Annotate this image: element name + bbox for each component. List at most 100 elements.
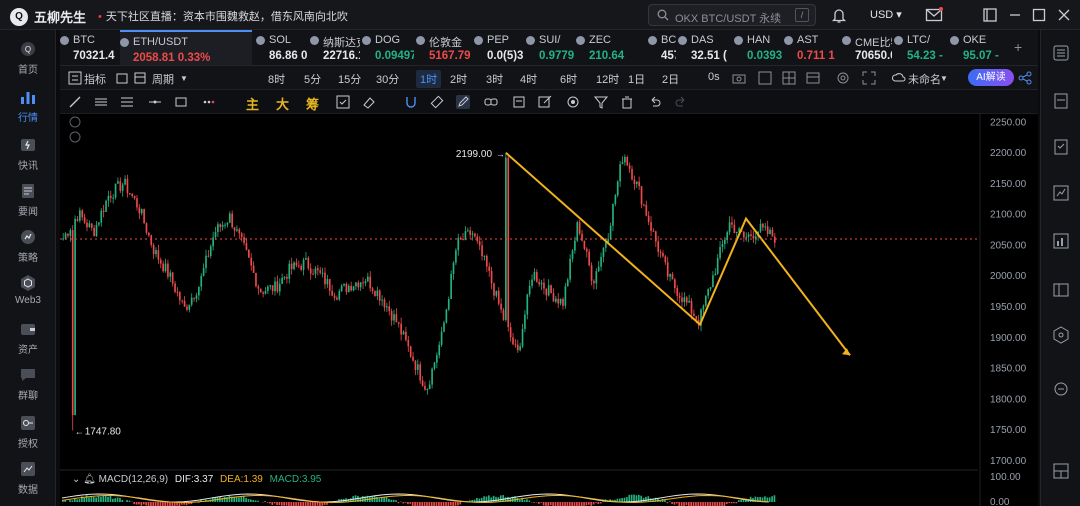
interval-3[interactable]: 30分 [376,71,399,87]
tab-13[interactable]: CME比特70650.0 [842,30,892,65]
interval-11[interactable]: 2日 [662,71,679,87]
tab-7[interactable]: SUI/0.9779 [526,30,574,65]
app-logo[interactable]: Q 五柳先生 [10,7,86,26]
interval-6[interactable]: 3时 [486,71,503,87]
redo-icon[interactable] [674,95,688,109]
tab-2[interactable]: SOL 86.86 0 [256,30,308,65]
bell-small-icon[interactable]: 🔔︎ [83,474,96,485]
tab-3[interactable]: 纳斯达克22716.1 [310,30,360,65]
watchlist-icon[interactable] [1052,44,1070,62]
candlestick-chart[interactable]: 2199.00 → ← 1747.80 2250.00 2200.00 2150.00 21… [60,114,1038,506]
tab-0[interactable]: BTC 70321.4 [60,30,118,65]
order-book-icon[interactable] [1052,92,1070,110]
more-shapes-icon[interactable] [202,95,216,109]
pencil-icon[interactable] [456,95,470,109]
interval-2[interactable]: 15分 [338,71,361,87]
search-input[interactable]: OKX BTC/USDT 永续 / [648,4,816,26]
horizontal-line-icon[interactable] [148,95,162,109]
filter-icon[interactable] [594,95,608,109]
interval-5[interactable]: 2时 [450,71,467,87]
calendar-icon[interactable] [116,72,128,84]
cloud-icon[interactable] [892,71,906,85]
horizontal-lines-icon[interactable] [94,95,108,109]
restore-window-icon[interactable] [981,6,999,24]
nav-item-flash[interactable]: 快讯 [0,136,56,172]
tab-6[interactable]: PEP 0.0(5)3 [474,30,524,65]
big-order-button[interactable]: 大 [276,94,289,113]
interval-10[interactable]: 1日 [628,71,645,87]
chips-button[interactable]: 筹 [306,94,319,113]
lock-draw-icon[interactable] [566,95,580,109]
nav-item-news[interactable]: 要闻 [0,182,56,218]
fullscreen-icon[interactable] [862,71,876,85]
camera-icon[interactable] [732,71,746,85]
stats-icon[interactable] [1052,184,1070,202]
settings-icon[interactable] [68,71,82,85]
nav-item-web3[interactable]: Web3 [0,274,56,306]
portfolio-icon[interactable] [1052,280,1070,298]
link-icon[interactable] [484,95,498,109]
main-force-button[interactable]: 主 [246,94,259,113]
magnet-icon[interactable] [404,95,418,109]
realtime-label[interactable]: 0s [708,71,720,83]
trend-line-icon[interactable] [68,95,82,109]
ai-analysis-button[interactable]: AI解读 [968,69,1014,86]
news-ticker[interactable]: • 天下社区直播：资本市围魏救赵，借东风南向北吹 [98,8,348,24]
chart-area[interactable]: 2199.00 → ← 1747.80 2250.00 2200.00 2150.00 21… [60,114,1038,506]
indicator-button[interactable]: 指标 [84,71,106,87]
undo-icon[interactable] [648,95,662,109]
period-button[interactable]: 周期 [152,71,174,87]
layout-name[interactable]: 未命名 [908,71,941,87]
analysis-icon[interactable] [1052,232,1070,250]
interval-1[interactable]: 5分 [304,71,321,87]
checklist-icon[interactable] [336,95,350,109]
tab-4[interactable]: DOG 0.09497 [362,30,414,65]
currency-select[interactable]: USD ▾ [870,8,902,21]
tab-10[interactable]: DAS 32.51 ( [678,30,732,65]
tab-8[interactable]: ZEC 210.64 [576,30,646,65]
interval-9[interactable]: 12时 [596,71,619,87]
notes-icon[interactable] [1052,138,1070,156]
tab-5[interactable]: 伦敦金 5167.79 [416,30,472,65]
refresh-icon[interactable] [1052,380,1070,398]
channel-icon[interactable] [120,95,134,109]
interval-0[interactable]: 8时 [268,71,285,87]
trash-icon[interactable] [620,95,634,109]
tab-14[interactable]: LTC/54.23 - [894,30,948,65]
eraser-icon[interactable] [362,95,376,109]
grid-icon[interactable] [782,71,796,85]
nav-item-data[interactable]: 数据 [0,460,56,496]
minimize-icon[interactable] [1006,6,1024,24]
nav-item-market[interactable]: 行情 [0,88,56,124]
text-note-icon[interactable] [512,95,526,109]
nav-item-assets[interactable]: 资产 [0,320,56,356]
tab-15[interactable]: OKE 95.07 - [950,30,1010,65]
hexagon-icon[interactable] [1052,326,1070,344]
ruler-icon[interactable] [430,95,444,109]
tab-9[interactable]: BCH 457.9 ( [648,30,676,65]
share-icon[interactable] [1018,71,1032,85]
tab-1[interactable]: ETH/USDT 2058.81 0.33% [120,30,252,65]
nav-item-auth[interactable]: 授权 [0,414,56,450]
layout-grid-icon[interactable] [1052,462,1070,480]
interval-8[interactable]: 6时 [560,71,577,87]
rectangle-icon[interactable] [174,95,188,109]
nav-item-chat[interactable]: 群聊 [0,366,56,402]
template-icon[interactable] [134,72,146,84]
add-tab-icon[interactable]: + [1014,39,1022,55]
table-icon[interactable] [806,71,820,85]
tab-11[interactable]: HAN 0.03933 [734,30,782,65]
collapse-icon[interactable]: ⌄ [72,474,80,485]
bell-icon[interactable] [830,6,848,24]
nav-item-home[interactable]: Q 首页 [0,40,56,76]
gear-icon[interactable] [836,71,850,85]
nav-item-strategy[interactable]: 策略 [0,228,56,264]
layout-icon[interactable] [758,71,772,85]
maximize-icon[interactable] [1030,6,1048,24]
tab-12[interactable]: AST 0.711 1 [784,30,840,65]
edit-icon[interactable] [538,95,552,109]
mail-icon[interactable] [925,6,943,24]
interval-4[interactable]: 1时 [416,70,442,88]
close-icon[interactable] [1055,6,1073,24]
interval-7[interactable]: 4时 [520,71,537,87]
